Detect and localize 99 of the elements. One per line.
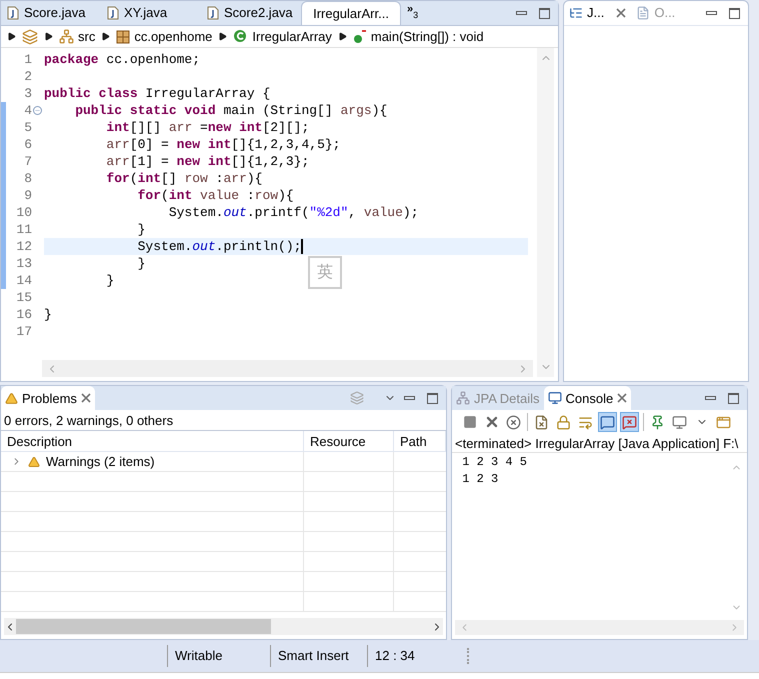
code-line: package cc.openhome; xyxy=(44,51,200,68)
line-number: 7 xyxy=(23,152,32,171)
tab-label: O... xyxy=(654,4,676,22)
line-number: 6 xyxy=(23,136,32,154)
editor-tab[interactable]: Score2.java xyxy=(201,1,301,25)
line-number: 14 xyxy=(15,272,32,290)
scrollbar-thumb[interactable] xyxy=(16,619,271,634)
line-number: 8 xyxy=(23,170,32,188)
line-number: 9 xyxy=(23,186,32,205)
horizontal-scrollbar[interactable] xyxy=(4,618,443,636)
hierarchy-icon xyxy=(569,6,583,20)
console-header: <terminated> IrregularArray [Java Application] F:\ xyxy=(454,435,740,452)
line-number: 16 xyxy=(15,306,32,324)
console-out-icon[interactable] xyxy=(598,412,617,432)
tab-label: IrregularArr... xyxy=(313,4,389,23)
tab-label: Score.java xyxy=(24,4,86,22)
maximize-button[interactable] xyxy=(427,392,438,404)
java-file-icon xyxy=(107,6,119,20)
breadcrumb-item[interactable]: main(String[]) : void xyxy=(352,26,484,46)
breadcrumb-arrow-icon xyxy=(7,32,16,41)
editor-tab[interactable]: IrregularArr... xyxy=(301,1,401,25)
warning-icon xyxy=(5,392,18,405)
status-text: 12 : 34 xyxy=(375,647,415,666)
tab-label: JPA Details xyxy=(474,390,540,408)
breadcrumb-arrow-icon xyxy=(218,32,228,41)
code-line: int[][] arr =new int[2][]; xyxy=(105,119,310,136)
java-file-icon xyxy=(207,6,219,20)
warning-icon xyxy=(28,456,40,468)
maximize-button[interactable] xyxy=(728,392,739,404)
tab-label: Problems xyxy=(22,390,77,408)
line-number: 3 xyxy=(23,84,32,103)
breadcrumb-item[interactable]: cc.openhome xyxy=(116,26,212,46)
line-number: 1 xyxy=(23,50,32,69)
status-text: Smart Insert xyxy=(278,647,349,666)
status-text: Writable xyxy=(175,647,222,666)
class-icon xyxy=(233,29,248,44)
code-line: System.out.println(); xyxy=(136,238,302,255)
code-line: } xyxy=(136,221,146,238)
monitor-icon xyxy=(548,391,562,406)
console-err-icon[interactable] xyxy=(620,412,639,432)
code-line: arr[1] = new int[]{1,2,3}; xyxy=(105,153,310,170)
tab-label: XY.java xyxy=(124,4,168,22)
close-icon[interactable] xyxy=(80,393,91,404)
editor-tab[interactable]: Score.java xyxy=(1,1,101,25)
package-icon xyxy=(116,30,130,44)
tree-item[interactable]: Warnings (2 items) xyxy=(46,452,155,472)
text-cursor xyxy=(301,239,304,254)
project-icon xyxy=(22,28,38,44)
breadcrumb-arrow-icon xyxy=(101,32,110,41)
view-tab[interactable]: J... xyxy=(564,3,632,23)
minimize-button[interactable] xyxy=(404,396,415,400)
line-number: 4 xyxy=(23,102,32,120)
code-line: for(int value :row){ xyxy=(136,187,294,204)
line-number: 5 xyxy=(23,118,32,137)
editor-tab[interactable]: XY.java xyxy=(101,1,201,25)
code-line: } xyxy=(105,272,114,289)
breadcrumb-arrow-icon xyxy=(338,32,347,41)
jpa-icon xyxy=(456,391,470,406)
minimize-button[interactable] xyxy=(706,11,717,15)
code-line: } xyxy=(136,255,146,272)
view-tab[interactable]: Console xyxy=(544,386,632,410)
line-number: 15 xyxy=(15,288,32,307)
line-number: 13 xyxy=(15,254,32,273)
code-line: arr[0] = new int[]{1,2,3,4,5}; xyxy=(105,136,340,153)
line-number: 11 xyxy=(15,220,32,239)
folder-icon xyxy=(59,29,74,44)
java-file-icon xyxy=(7,6,19,20)
maximize-button[interactable] xyxy=(729,8,740,18)
code-line: public static void main (String[] args){ xyxy=(74,102,388,119)
column-header[interactable]: Resource xyxy=(304,431,394,452)
console-output-line: 1 2 3 xyxy=(461,471,498,488)
outline-icon xyxy=(636,6,650,20)
collapse-icon[interactable] xyxy=(33,106,42,115)
line-number: 12 xyxy=(15,238,32,256)
line-number: 2 xyxy=(23,68,32,86)
minimize-button[interactable] xyxy=(516,11,527,15)
ime-indicator: 英 xyxy=(308,256,342,289)
code-line: public class IrregularArray { xyxy=(44,85,270,102)
column-header[interactable]: Description xyxy=(1,431,304,452)
close-icon[interactable] xyxy=(617,393,628,404)
breadcrumb-arrow-icon xyxy=(44,32,53,41)
tab-label: Console xyxy=(566,390,614,408)
tab-label: Score2.java xyxy=(224,4,293,22)
code-line: System.out.printf("%2d", value); xyxy=(168,204,419,221)
line-number: 17 xyxy=(15,322,32,341)
column-header[interactable]: Path xyxy=(394,431,446,452)
code-line: for(int[] row :arr){ xyxy=(105,170,262,187)
tab-label: J... xyxy=(587,4,604,22)
problems-summary: 0 errors, 2 warnings, 0 others xyxy=(3,412,174,430)
code-line: } xyxy=(44,306,52,323)
minimize-button[interactable] xyxy=(705,396,716,400)
breadcrumb-item[interactable]: IrregularArray xyxy=(233,26,332,46)
close-icon[interactable] xyxy=(616,8,626,18)
console-output-line: 1 2 3 4 5 xyxy=(461,454,528,472)
view-tab[interactable]: Problems xyxy=(1,386,95,410)
breadcrumb-item[interactable]: src xyxy=(59,26,96,46)
maximize-button[interactable] xyxy=(539,8,550,18)
line-number: 10 xyxy=(15,204,32,222)
method-icon xyxy=(352,30,367,44)
